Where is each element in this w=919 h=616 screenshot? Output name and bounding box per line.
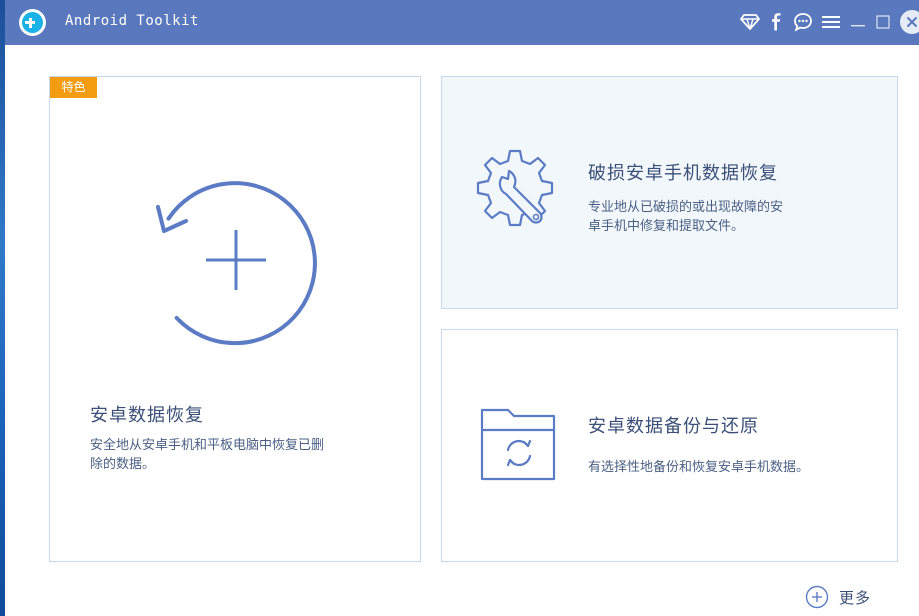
main-content: 特色 安卓数据恢复 安全地从安卓手机和平板电脑中恢复已删 除的数据。 破损安卓手… (5, 45, 919, 616)
facebook-icon[interactable] (766, 12, 786, 32)
maximize-icon[interactable] (873, 12, 893, 32)
close-icon[interactable] (900, 10, 919, 34)
card-desc-line-1: 安全地从安卓手机和平板电脑中恢复已删 (90, 438, 325, 453)
title-bar[interactable]: Android Toolkit (5, 0, 919, 45)
restore-plus-icon (156, 181, 317, 346)
menu-icon[interactable] (821, 12, 841, 32)
chat-icon[interactable] (793, 12, 813, 32)
app-window: Android Toolkit 特色 安卓数据恢复 安全地从安卓手机和平板电脑中… (5, 0, 919, 616)
diamond-icon[interactable] (740, 12, 760, 32)
more-button[interactable]: 更多 (805, 585, 871, 609)
add-circle-icon (805, 585, 829, 609)
folder-sync-icon (480, 408, 556, 481)
app-logo-icon (19, 9, 46, 36)
card-desc: 有选择性地备份和恢复安卓手机数据。 (588, 460, 810, 475)
android-backup-restore-card[interactable]: 安卓数据备份与还原 有选择性地备份和恢复安卓手机数据。 (441, 329, 898, 562)
card-desc-line-1: 专业地从已破损的或出现故障的安 (588, 200, 784, 215)
card-desc-line-2: 卓手机中修复和提取文件。 (588, 219, 745, 234)
android-data-recovery-card[interactable]: 特色 安卓数据恢复 安全地从安卓手机和平板电脑中恢复已删 除的数据。 (49, 76, 421, 562)
gear-wrench-icon (476, 149, 554, 227)
minimize-icon[interactable] (848, 12, 868, 32)
more-label: 更多 (839, 588, 872, 607)
card-title: 安卓数据恢复 (90, 405, 204, 426)
broken-android-recovery-card[interactable]: 破损安卓手机数据恢复 专业地从已破损的或出现故障的安 卓手机中修复和提取文件。 (441, 76, 898, 309)
featured-badge: 特色 (50, 77, 97, 98)
app-title: Android Toolkit (65, 13, 199, 29)
card-title: 破损安卓手机数据恢复 (588, 163, 778, 184)
card-title: 安卓数据备份与还原 (588, 416, 759, 437)
card-desc-line-2: 除的数据。 (90, 457, 156, 472)
